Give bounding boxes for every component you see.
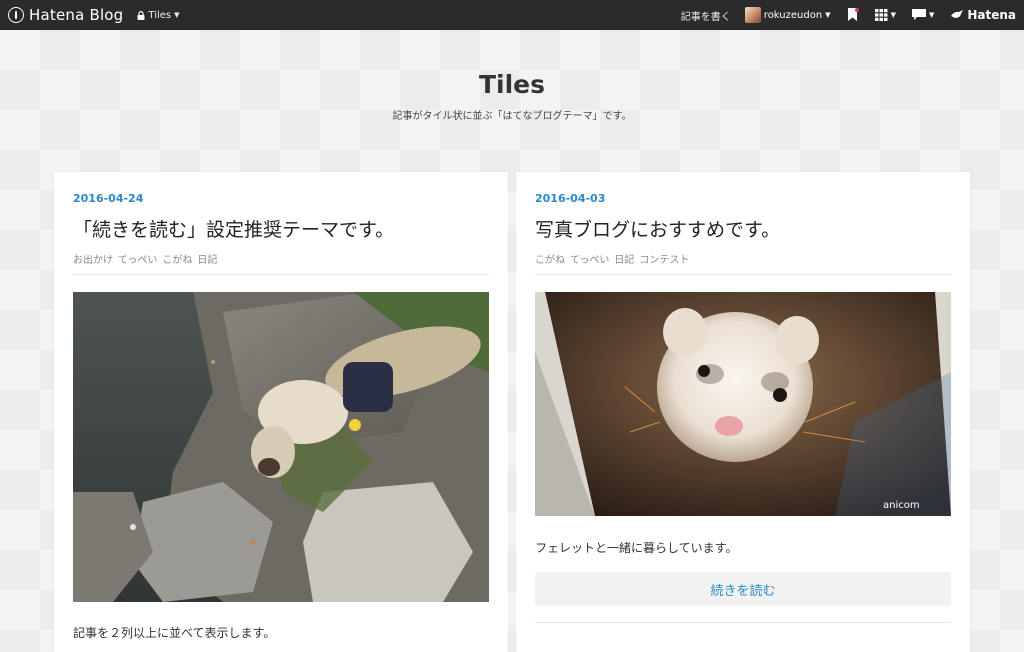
post-title[interactable]: 写真ブログにおすすめです。 [535,215,780,242]
post-card: 2016-04-03 写真ブログにおすすめです。 こがね てっぺい 日記 コンテ… [516,172,970,652]
post-categories: こがね てっぺい 日記 コンテスト [535,251,689,266]
lock-icon [137,10,145,20]
post-excerpt: 記事を２列以上に並べて表示します。 [73,626,276,640]
chevron-down-icon: ▼ [928,11,935,19]
divider [535,622,951,623]
category-link[interactable]: てっぺい [570,251,609,266]
hatena-blog-icon [8,7,24,23]
post-title[interactable]: 「続きを読む」設定推奨テーマです。 [73,215,394,242]
user-menu[interactable]: rokuzeudon ▼ [744,7,831,23]
hatena-logo[interactable]: Hatena [950,8,1016,22]
post-excerpt: フェレットと一緒に暮らしています。 [535,541,738,555]
bookmark-button[interactable] [847,8,859,22]
blog-title[interactable]: Tiles [0,70,1024,99]
blog-description: 記事がタイル状に並ぶ「はてなブログテーマ」です。 [392,111,632,122]
ferret-portrait-image: anicom [535,292,951,516]
blog-switcher[interactable]: Tiles ▼ [137,9,180,21]
post-date[interactable]: 2016-04-24 [73,192,143,205]
bookmark-icon [847,8,859,21]
category-link[interactable]: 日記 [614,251,634,266]
category-link[interactable]: てっぺい [118,251,157,266]
write-post-link[interactable]: 記事を書く [681,8,731,23]
avatar [744,7,761,23]
blog-switcher-label: Tiles [148,9,172,21]
username: rokuzeudon [763,9,823,21]
divider [535,274,951,275]
hatena-label: Hatena [967,8,1016,22]
post-categories: お出かけ てっぺい こがね 日記 [73,251,217,266]
category-link[interactable]: こがね [535,251,565,266]
hatena-blog-logo[interactable]: Hatena Blog [8,6,123,24]
divider [73,274,489,275]
post-photo[interactable]: anicom [535,292,951,516]
read-more-button[interactable]: 続きを読む [535,572,951,606]
hatena-bird-icon [951,10,964,18]
category-link[interactable]: お出かけ [73,251,113,266]
category-link[interactable]: コンテスト [639,251,689,266]
category-link[interactable]: こがね [162,251,192,266]
chevron-down-icon: ▼ [825,11,831,19]
chevron-down-icon: ▼ [890,11,896,19]
ferret-on-rocks-image [73,292,489,602]
post-photo[interactable] [73,292,489,602]
notifications-button[interactable]: ▼ [911,9,935,21]
post-card: 2016-04-24 「続きを読む」設定推奨テーマです。 お出かけ てっぺい こ… [54,172,508,652]
photo-watermark: anicom [883,500,920,511]
apps-menu-button[interactable]: ▼ [874,9,896,21]
global-header: Hatena Blog Tiles ▼ 記事を書く rokuzeudon ▼ ▼ [0,0,1024,30]
chevron-down-icon: ▼ [174,11,180,19]
comment-icon [911,9,926,20]
category-link[interactable]: 日記 [197,251,217,266]
brand-name: Hatena Blog [29,6,124,24]
post-date[interactable]: 2016-04-03 [535,192,605,205]
grid-icon [874,9,888,21]
